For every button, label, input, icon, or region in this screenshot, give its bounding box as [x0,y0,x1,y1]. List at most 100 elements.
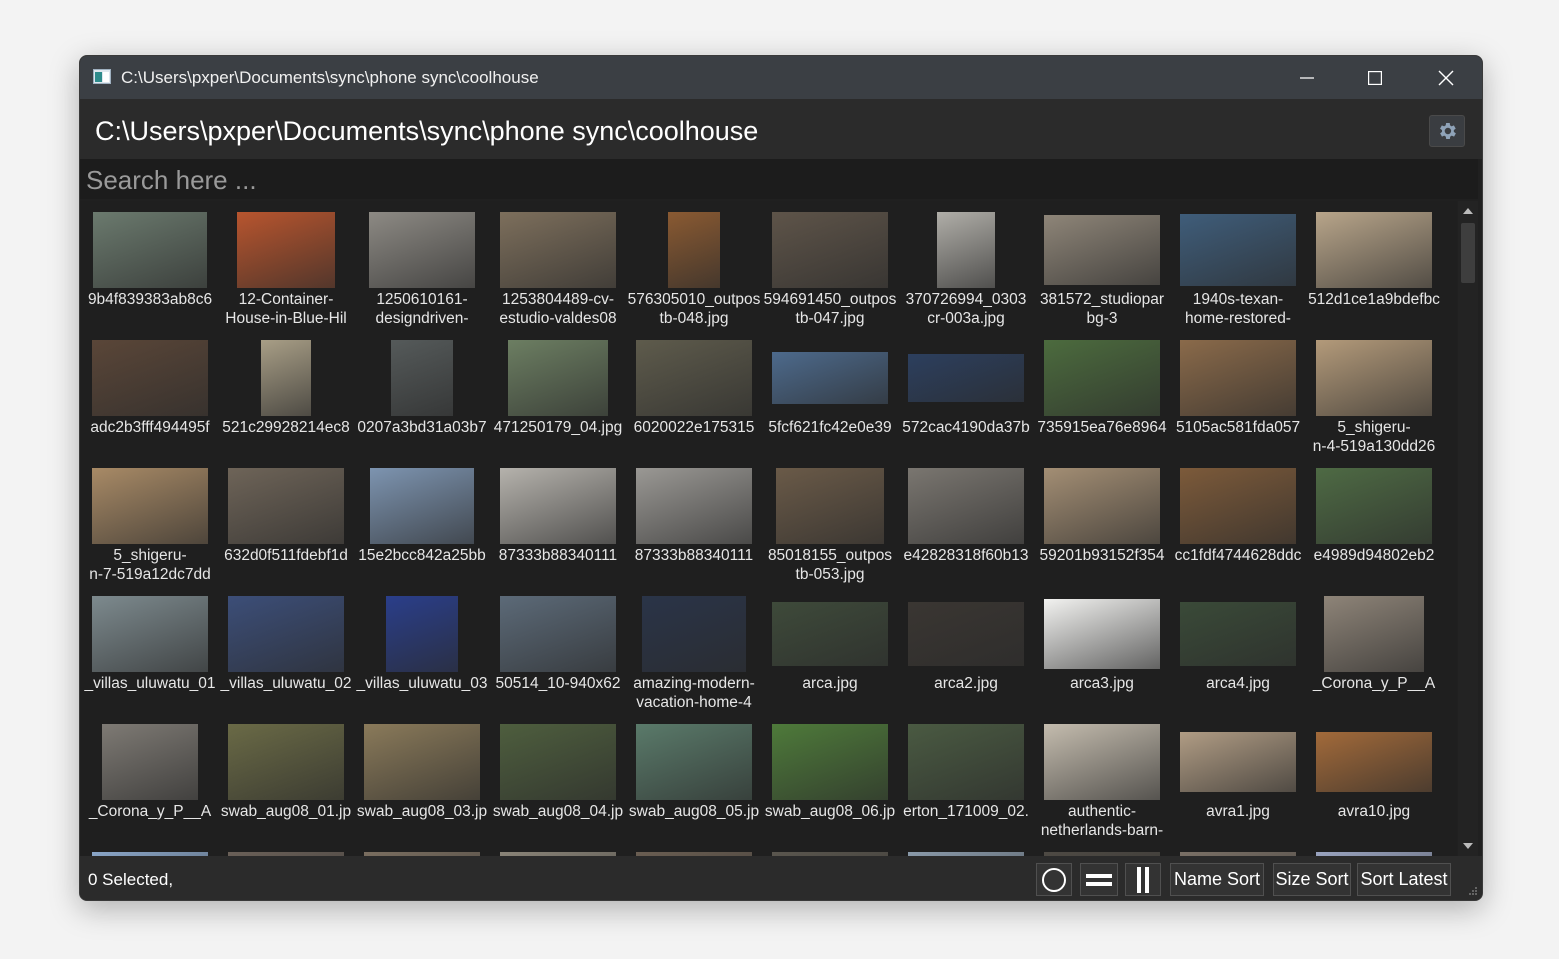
thumbnail-item[interactable]: 594691450_outpos tb-047.jpg [762,201,898,329]
thumbnail-item[interactable] [354,841,490,856]
thumbnail-image [228,596,344,672]
thumbnail-item[interactable]: 0207a3bd31a03b7 [354,329,490,457]
thumbnail-item[interactable]: arca.jpg [762,585,898,713]
caption-line-1: 471250179_04.jpg [493,419,623,436]
thumbnail-item[interactable] [82,841,218,856]
thumbnail-item[interactable]: authentic-netherlands-barn- [1034,713,1170,841]
thumbnail-item[interactable]: 87333b88340111 [490,457,626,585]
caption-line-1: 50514_10-940x62 [495,675,621,692]
thumbnail-item[interactable]: 87333b88340111 [626,457,762,585]
thumbnail-item[interactable]: 381572_studiopar bg-3 [1034,201,1170,329]
thumbnail-item[interactable]: 5_shigeru-n-4-519a130dd26 [1306,329,1442,457]
caption-line-1: 15e2bcc842a25bb [358,547,486,564]
thumbnail-caption: swab_aug08_03.jp [354,802,490,821]
size-sort-button[interactable]: Size Sort [1273,863,1351,896]
thumbnail-item[interactable]: e42828318f60b13 [898,457,1034,585]
scroll-up-button[interactable] [1458,203,1478,219]
caption-line-1: arca2.jpg [934,675,998,692]
thumbnail-item[interactable]: amazing-modern-vacation-home-4 [626,585,762,713]
thumbnail-frame [354,722,490,802]
thumbnail-item[interactable]: 1940s-texan-home-restored- [1170,201,1306,329]
thumbnail-item[interactable] [218,841,354,856]
thumbnail-item[interactable]: 512d1ce1a9bdefbc [1306,201,1442,329]
vertical-layout-button[interactable] [1125,863,1161,896]
vertical-scrollbar[interactable] [1458,201,1478,856]
thumbnail-item[interactable]: cc1fdf4744628ddc [1170,457,1306,585]
thumbnail-item[interactable]: swab_aug08_01.jp [218,713,354,841]
thumbnail-item[interactable]: 576305010_outpos tb-048.jpg [626,201,762,329]
thumbnail-caption: 521c29928214ec8 [218,418,354,437]
scroll-down-button[interactable] [1458,838,1478,854]
thumbnail-item[interactable]: _villas_uluwatu_02 [218,585,354,713]
thumbnail-item[interactable]: _Corona_y_P__A [82,713,218,841]
thumbnail-image [508,340,608,416]
thumbnail-caption: 381572_studiopar bg-3 [1034,290,1170,328]
thumbnail-item[interactable]: 50514_10-940x62 [490,585,626,713]
thumbnail-item[interactable]: 85018155_outpos tb-053.jpg [762,457,898,585]
thumbnail-item[interactable]: 12-Container- House-in-Blue-Hil [218,201,354,329]
thumbnail-item[interactable]: e4989d94802eb2 [1306,457,1442,585]
thumbnail-caption: 1253804489-cv-estudio-valdes08 [490,290,626,328]
caption-line-1: e4989d94802eb2 [1313,547,1435,564]
thumbnail-caption: 576305010_outpos tb-048.jpg [626,290,762,328]
circle-icon [1042,867,1066,892]
thumbnail-item[interactable]: 59201b93152f354 [1034,457,1170,585]
maximize-button[interactable] [1340,56,1410,99]
thumbnail-item[interactable] [898,841,1034,856]
thumbnail-image [1044,599,1160,669]
thumbnail-frame [1170,338,1306,418]
thumbnail-item[interactable]: 471250179_04.jpg [490,329,626,457]
circle-view-button[interactable] [1036,863,1072,896]
thumbnail-item[interactable]: 9b4f839383ab8c6 [82,201,218,329]
close-button[interactable] [1411,56,1481,99]
thumbnail-item[interactable]: 521c29928214ec8 [218,329,354,457]
thumbnail-item[interactable]: swab_aug08_03.jp [354,713,490,841]
thumbnail-item[interactable]: adc2b3fff494495f [82,329,218,457]
horizontal-layout-button[interactable] [1080,863,1118,896]
thumbnail-item[interactable]: avra1.jpg [1170,713,1306,841]
thumbnail-item[interactable] [762,841,898,856]
thumbnail-item[interactable]: 1250610161- designdriven- [354,201,490,329]
thumbnail-item[interactable]: arca4.jpg [1170,585,1306,713]
thumbnail-caption: _villas_uluwatu_01 [82,674,218,693]
caption-line-2: designdriven- [375,310,469,327]
thumbnail-item[interactable]: avra10.jpg [1306,713,1442,841]
thumbnail-item[interactable] [1034,841,1170,856]
scroll-thumb[interactable] [1461,223,1475,283]
thumbnail-item[interactable]: 5fcf621fc42e0e39 [762,329,898,457]
name-sort-button[interactable]: Name Sort [1170,863,1264,896]
thumbnail-frame [762,722,898,802]
thumbnail-image [1044,468,1160,544]
thumbnail-item[interactable]: arca3.jpg [1034,585,1170,713]
thumbnail-item[interactable]: arca2.jpg [898,585,1034,713]
thumbnail-item[interactable]: 15e2bcc842a25bb [354,457,490,585]
thumbnail-item[interactable]: 572cac4190da37b [898,329,1034,457]
thumbnail-item[interactable]: swab_aug08_05.jp [626,713,762,841]
settings-button[interactable] [1429,115,1465,147]
thumbnail-item[interactable]: swab_aug08_04.jp [490,713,626,841]
minimize-button[interactable] [1272,56,1342,99]
thumbnail-item[interactable] [490,841,626,856]
thumbnail-item[interactable]: 5105ac581fda057 [1170,329,1306,457]
sort-latest-button[interactable]: Sort Latest [1357,863,1451,896]
thumbnail-item[interactable]: _villas_uluwatu_03 [354,585,490,713]
thumbnail-item[interactable]: 6020022e175315 [626,329,762,457]
thumbnail-frame [762,338,898,418]
thumbnail-item[interactable]: 735915ea76e8964 [1034,329,1170,457]
thumbnail-item[interactable] [1170,841,1306,856]
thumbnail-item[interactable] [1306,841,1442,856]
thumbnail-frame [1306,466,1442,546]
thumbnail-item[interactable]: swab_aug08_06.jp [762,713,898,841]
thumbnail-image [937,212,995,288]
thumbnail-item[interactable]: 370726994_0303 cr-003a.jpg [898,201,1034,329]
search-input[interactable] [84,161,1468,199]
thumbnail-item[interactable]: _villas_uluwatu_01 [82,585,218,713]
thumbnail-item[interactable]: 632d0f511fdebf1d [218,457,354,585]
thumbnail-item[interactable]: 5_shigeru-n-7-519a12dc7dd [82,457,218,585]
resize-grip-icon[interactable] [1468,886,1478,896]
thumbnail-item[interactable]: erton_171009_02. [898,713,1034,841]
thumbnail-item[interactable]: _Corona_y_P__A [1306,585,1442,713]
thumbnail-image [772,602,888,666]
thumbnail-item[interactable]: 1253804489-cv-estudio-valdes08 [490,201,626,329]
thumbnail-item[interactable] [626,841,762,856]
